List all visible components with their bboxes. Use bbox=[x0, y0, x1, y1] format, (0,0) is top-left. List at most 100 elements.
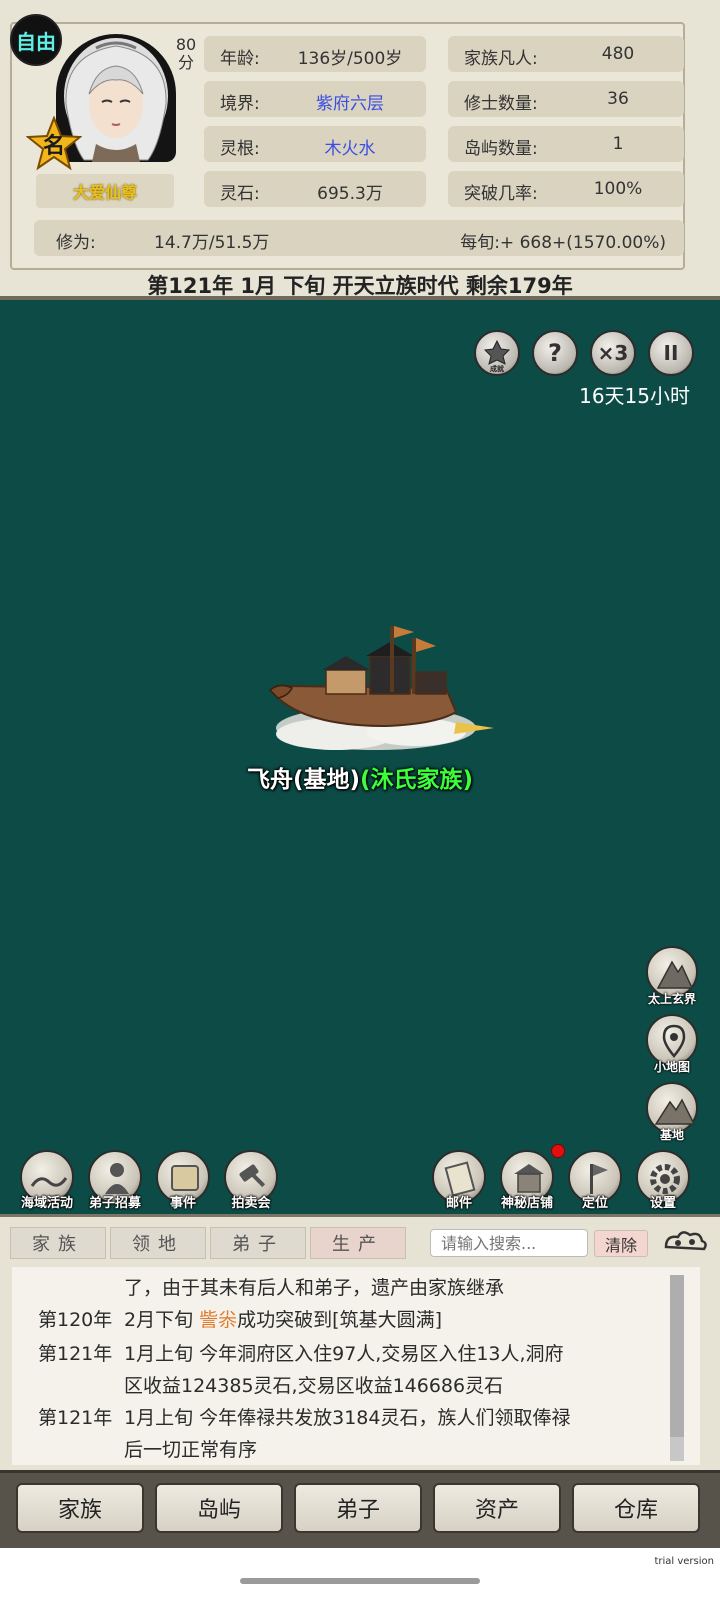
stat-age: 年龄: 136岁/500岁 bbox=[204, 36, 426, 72]
upper-realm-label: 太上玄界 bbox=[647, 992, 696, 1006]
per-period-gain: 每旬:+ 668+(1570.00%) bbox=[460, 233, 666, 253]
stat-label: 年龄: bbox=[220, 49, 260, 69]
cloud-ornament-icon[interactable] bbox=[660, 1227, 710, 1257]
status-panel: 自由 80 分 名 大爱仙尊 年龄: 136岁/500岁 境界: 紫府六层 灵根… bbox=[0, 0, 720, 300]
stat-value: 木火水 bbox=[324, 139, 376, 159]
cloud-shape bbox=[664, 1231, 707, 1251]
settings-label: 设置 bbox=[649, 1196, 676, 1211]
stat-cultivators: 修士数量: 36 bbox=[448, 81, 684, 117]
log-search-input[interactable] bbox=[430, 1229, 588, 1257]
score-value: 80 bbox=[175, 35, 197, 54]
score-unit: 分 bbox=[177, 53, 194, 72]
ship-label: 飞舟(基地)(沐氏家族) bbox=[170, 760, 550, 794]
ship-label-base: 飞舟(基地) bbox=[246, 767, 360, 793]
log-line: 1月上旬 今年洞府区入住97人,交易区入住13人,洞府 bbox=[124, 1343, 564, 1365]
tab-disciples[interactable]: 弟子 bbox=[210, 1227, 306, 1259]
game-date: 第121年 1月 下旬 开天立族时代 剩余179年 bbox=[147, 274, 573, 298]
help-icon: ? bbox=[548, 339, 562, 367]
speed-label: ×3 bbox=[597, 341, 629, 365]
stat-value: 100% bbox=[593, 179, 643, 199]
stat-breakthrough: 突破几率: 100% bbox=[448, 171, 684, 207]
auction-label: 拍卖会 bbox=[231, 1196, 271, 1211]
events-button[interactable]: 事件 bbox=[148, 1150, 218, 1214]
log-line: 区收益124385灵石,交易区收益146686灵石 bbox=[124, 1375, 504, 1397]
achievement-label: 成就 bbox=[490, 364, 504, 373]
bottom-nav: 家族 岛屿 弟子 资产 仓库 bbox=[0, 1470, 720, 1548]
stat-spirit-stone: 灵石: 695.3万 bbox=[204, 171, 426, 207]
locate-button[interactable]: 定位 bbox=[560, 1150, 630, 1214]
mode-badge[interactable]: 自由 bbox=[10, 14, 62, 66]
help-button[interactable]: ? bbox=[532, 330, 578, 376]
name-badge-glyph: 名 bbox=[43, 133, 65, 159]
log-text: 2月下旬 bbox=[124, 1309, 200, 1331]
pause-icon: II bbox=[663, 341, 679, 365]
log-text: 成功突破到[筑基大圆满] bbox=[237, 1309, 442, 1331]
tab-production[interactable]: 生产 bbox=[310, 1227, 406, 1259]
home-indicator[interactable] bbox=[240, 1578, 480, 1584]
achievement-button[interactable]: 成就 bbox=[474, 330, 520, 376]
log-line: 后一切正常有序 bbox=[124, 1439, 258, 1461]
stat-value: 136岁/500岁 bbox=[297, 49, 403, 69]
log-line: 1月上旬 今年俸禄共发放3184灵石，族人们领取俸禄 bbox=[124, 1407, 571, 1429]
nav-islands[interactable]: 岛屿 bbox=[155, 1483, 283, 1533]
stat-value: 480 bbox=[601, 44, 635, 64]
cultivation-bar: 修为: 14.7万/51.5万 每旬:+ 668+(1570.00%) bbox=[34, 220, 684, 256]
log-year: 第121年 bbox=[38, 1343, 113, 1365]
pause-button[interactable]: II bbox=[648, 330, 694, 376]
settings-button[interactable]: 设置 bbox=[628, 1150, 698, 1214]
score: 80 分 bbox=[168, 36, 204, 72]
star-shape: 名 bbox=[25, 115, 83, 171]
upper-realm-button[interactable]: 太上玄界 bbox=[644, 946, 700, 1012]
base-label: 基地 bbox=[659, 1128, 684, 1142]
log-year: 第121年 bbox=[38, 1407, 113, 1429]
stat-label: 家族凡人: bbox=[464, 49, 538, 69]
title-plate: 大爱仙尊 bbox=[36, 174, 174, 208]
stat-islands: 岛屿数量: 1 bbox=[448, 126, 684, 162]
stat-label: 灵石: bbox=[220, 184, 260, 204]
tab-family[interactable]: 家族 bbox=[10, 1227, 106, 1259]
nav-assets[interactable]: 资产 bbox=[433, 1483, 561, 1533]
stat-label: 岛屿数量: bbox=[464, 139, 538, 159]
countdown-timer: 16天15小时 bbox=[579, 384, 690, 408]
log-line: 2月下旬 訾尜成功突破到[筑基大圆满] bbox=[124, 1305, 442, 1332]
stat-realm: 境界: 紫府六层 bbox=[204, 81, 426, 117]
clear-button[interactable]: 清除 bbox=[594, 1230, 648, 1257]
log-line: 了，由于其未有后人和弟子，遗产由家族继承 bbox=[124, 1277, 505, 1299]
star-badge-icon[interactable]: 名 bbox=[25, 115, 83, 172]
sea-activity-button[interactable]: 海域活动 bbox=[12, 1150, 82, 1214]
log-panel: 家族 领地 弟子 生产 清除 了，由于其未有后人和弟子，遗产由家族继承 第120… bbox=[0, 1214, 720, 1470]
stat-value: 紫府六层 bbox=[316, 94, 384, 114]
nav-warehouse[interactable]: 仓库 bbox=[572, 1483, 700, 1533]
cultivation-value: 14.7万/51.5万 bbox=[154, 233, 270, 253]
base-button[interactable]: 基地 bbox=[644, 1082, 700, 1148]
tab-territory[interactable]: 领地 bbox=[110, 1227, 206, 1259]
flying-ship-base[interactable] bbox=[266, 616, 496, 756]
ship-icon bbox=[268, 626, 494, 750]
minimap-label: 小地图 bbox=[653, 1060, 690, 1074]
minimap-button[interactable]: 小地图 bbox=[644, 1014, 700, 1080]
log-scrollbar-thumb[interactable] bbox=[670, 1275, 684, 1437]
stat-label: 灵根: bbox=[220, 139, 260, 159]
stat-label: 修士数量: bbox=[464, 94, 538, 114]
log-list[interactable]: 了，由于其未有后人和弟子，遗产由家族继承 第120年 2月下旬 訾尜成功突破到[… bbox=[12, 1267, 700, 1465]
mystery-shop-button[interactable]: 神秘店铺 bbox=[492, 1150, 562, 1214]
cultivation-label: 修为: bbox=[56, 233, 96, 253]
recruit-button[interactable]: 弟子招募 bbox=[80, 1150, 150, 1214]
mail-button[interactable]: 邮件 bbox=[424, 1150, 494, 1214]
achievement-icon: 成就 bbox=[483, 339, 511, 373]
speed-button[interactable]: ×3 bbox=[590, 330, 636, 376]
stat-spirit-root: 灵根: 木火水 bbox=[204, 126, 426, 162]
stat-value: 36 bbox=[607, 89, 629, 109]
nav-disciples[interactable]: 弟子 bbox=[294, 1483, 422, 1533]
stat-value: 1 bbox=[612, 134, 624, 154]
log-year: 第120年 bbox=[38, 1309, 113, 1331]
stat-mortals: 家族凡人: 480 bbox=[448, 36, 684, 72]
system-bar bbox=[0, 1548, 720, 1600]
nav-family[interactable]: 家族 bbox=[16, 1483, 144, 1533]
disciple-name[interactable]: 訾尜 bbox=[199, 1309, 237, 1331]
stat-value: 695.3万 bbox=[317, 184, 383, 204]
ship-label-family: (沐氏家族) bbox=[360, 767, 474, 793]
auction-button[interactable]: 拍卖会 bbox=[216, 1150, 286, 1214]
watermark: trial version bbox=[654, 1556, 714, 1567]
stat-label: 突破几率: bbox=[464, 184, 538, 204]
